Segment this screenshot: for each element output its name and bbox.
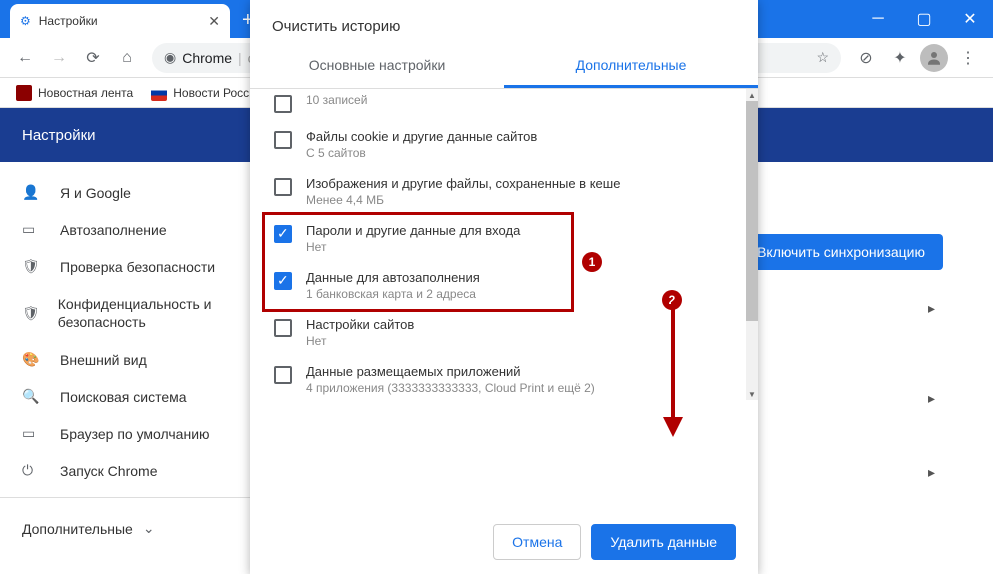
chevron-right-icon[interactable]: ▸ bbox=[928, 300, 935, 317]
chrome-icon: ◉ bbox=[164, 49, 176, 66]
annotation-badge-1: 1 bbox=[582, 252, 602, 272]
annotation-badge-2: 2 bbox=[662, 290, 682, 310]
profile-avatar[interactable] bbox=[919, 43, 949, 73]
enable-sync-button[interactable]: Включить синхронизацию bbox=[739, 234, 943, 270]
browser-icon: ▭ bbox=[22, 425, 42, 442]
security-icon[interactable]: ⊘ bbox=[851, 43, 881, 73]
search-icon: 🔍 bbox=[22, 388, 42, 405]
list-item[interactable]: Изображения и другие файлы, сохраненные … bbox=[264, 168, 744, 215]
page-title: Настройки bbox=[22, 127, 96, 144]
clear-data-button[interactable]: Удалить данные bbox=[591, 524, 736, 560]
back-button[interactable]: ← bbox=[10, 43, 40, 73]
maximize-button[interactable]: ▢ bbox=[901, 0, 947, 38]
reload-button[interactable]: ⟳ bbox=[78, 43, 108, 73]
checkbox[interactable] bbox=[274, 366, 292, 384]
scroll-down-icon[interactable]: ▼ bbox=[746, 388, 758, 400]
checkbox[interactable] bbox=[274, 178, 292, 196]
shield-check-icon: 🛡 bbox=[22, 258, 42, 275]
autofill-icon: ▭ bbox=[22, 221, 42, 238]
checkbox[interactable] bbox=[274, 225, 292, 243]
close-tab-icon[interactable]: ✕ bbox=[208, 13, 220, 30]
list-item[interactable]: Данные размещаемых приложений4 приложени… bbox=[264, 356, 744, 400]
chevron-right-icon[interactable]: ▸ bbox=[928, 464, 935, 481]
clear-browsing-data-dialog: Очистить историю Основные настройки Допо… bbox=[250, 0, 758, 574]
checkbox[interactable] bbox=[274, 131, 292, 149]
chevron-down-icon: ⌄ bbox=[143, 520, 155, 537]
sidebar-item-privacy[interactable]: 🛡Конфиденциальность и безопасность bbox=[0, 285, 250, 341]
tab-advanced[interactable]: Дополнительные bbox=[504, 45, 758, 88]
palette-icon: 🎨 bbox=[22, 351, 42, 368]
checkbox[interactable] bbox=[274, 319, 292, 337]
bookmark-star-icon[interactable]: ☆ bbox=[816, 49, 829, 66]
scroll-up-icon[interactable]: ▲ bbox=[746, 89, 758, 101]
settings-sidebar: 👤Я и Google ▭Автозаполнение 🛡Проверка бе… bbox=[0, 162, 250, 574]
sidebar-item-autofill[interactable]: ▭Автозаполнение bbox=[0, 211, 250, 248]
list-item[interactable]: Пароли и другие данные для входаНет bbox=[264, 215, 744, 262]
checklist: 10 записей Файлы cookie и другие данные … bbox=[250, 89, 758, 400]
shield-icon: 🛡 bbox=[22, 305, 40, 322]
dialog-actions: Отмена Удалить данные bbox=[493, 524, 736, 560]
browser-tab[interactable]: ⚙ Настройки ✕ bbox=[10, 4, 230, 38]
tab-basic[interactable]: Основные настройки bbox=[250, 45, 504, 88]
menu-button[interactable]: ⋮ bbox=[953, 43, 983, 73]
sidebar-item-safety[interactable]: 🛡Проверка безопасности bbox=[0, 248, 250, 285]
url-chrome-label: Chrome bbox=[182, 50, 232, 66]
checkbox[interactable] bbox=[274, 95, 292, 113]
minimize-button[interactable]: ─ bbox=[855, 0, 901, 38]
list-item[interactable]: 10 записей bbox=[264, 93, 744, 121]
list-item[interactable]: Файлы cookie и другие данные сайтовС 5 с… bbox=[264, 121, 744, 168]
power-icon: ⏻ bbox=[22, 462, 42, 479]
sidebar-item-appearance[interactable]: 🎨Внешний вид bbox=[0, 341, 250, 378]
sidebar-item-search[interactable]: 🔍Поисковая система bbox=[0, 378, 250, 415]
gear-icon: ⚙ bbox=[20, 14, 31, 28]
sidebar-item-startup[interactable]: ⏻Запуск Chrome bbox=[0, 452, 250, 489]
home-button[interactable]: ⌂ bbox=[112, 43, 142, 73]
forward-button[interactable]: → bbox=[44, 43, 74, 73]
tab-title: Настройки bbox=[39, 14, 98, 28]
chevron-right-icon[interactable]: ▸ bbox=[928, 390, 935, 407]
sidebar-item-you-and-google[interactable]: 👤Я и Google bbox=[0, 174, 250, 211]
person-icon: 👤 bbox=[22, 184, 42, 201]
list-item[interactable]: Настройки сайтовНет bbox=[264, 309, 744, 356]
close-window-button[interactable]: ✕ bbox=[947, 0, 993, 38]
window-controls: ─ ▢ ✕ bbox=[855, 0, 993, 38]
dialog-tabs: Основные настройки Дополнительные bbox=[250, 45, 758, 89]
sidebar-additional[interactable]: Дополнительные⌄ bbox=[0, 506, 250, 551]
cancel-button[interactable]: Отмена bbox=[493, 524, 581, 560]
extensions-icon[interactable]: ✦ bbox=[885, 43, 915, 73]
dialog-title: Очистить историю bbox=[250, 0, 758, 45]
checkbox[interactable] bbox=[274, 272, 292, 290]
scrollbar-thumb[interactable] bbox=[746, 101, 758, 321]
bookmark-item[interactable]: Новостная лента bbox=[10, 85, 139, 101]
sidebar-item-default-browser[interactable]: ▭Браузер по умолчанию bbox=[0, 415, 250, 452]
